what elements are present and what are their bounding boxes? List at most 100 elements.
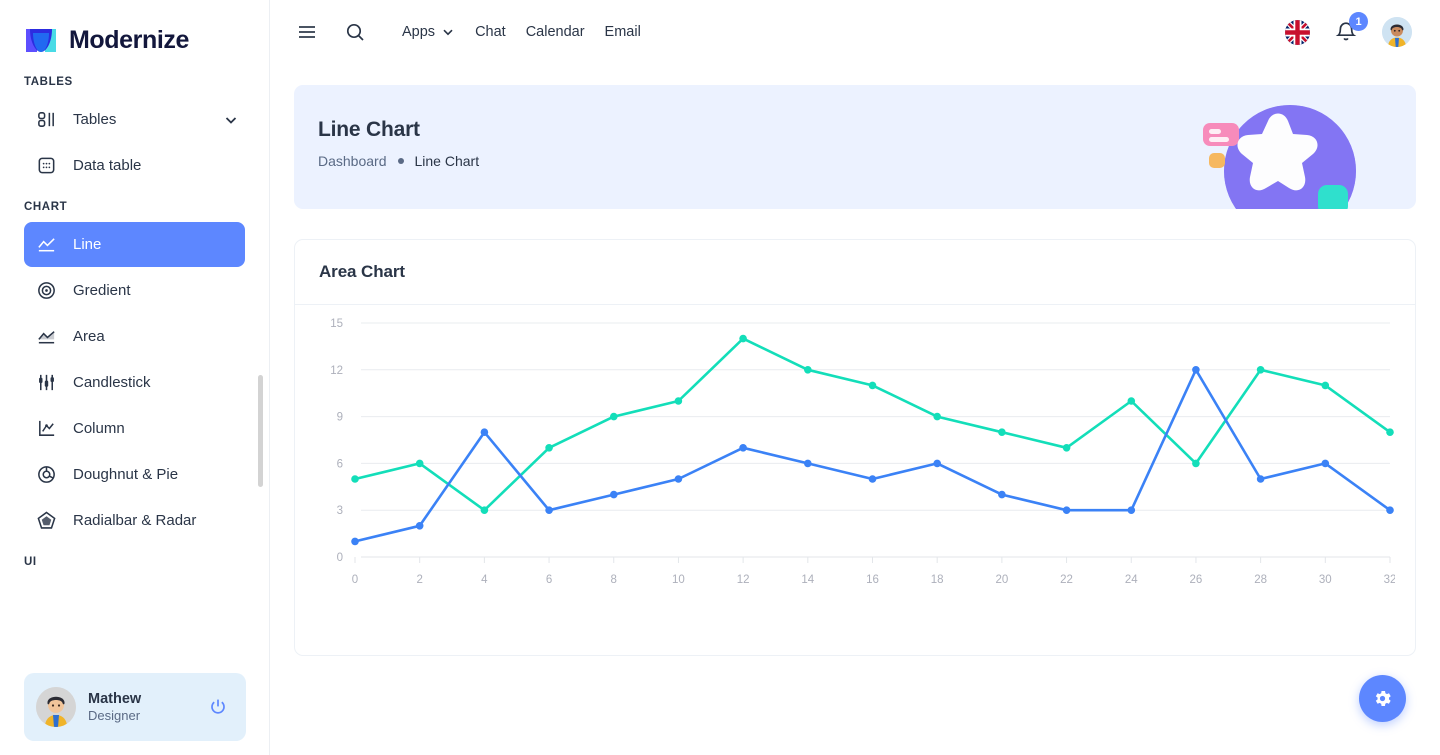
chart-card-header: Area Chart [295, 240, 1415, 305]
x-axis-tick-label: 4 [481, 574, 488, 586]
chart-data-point [869, 475, 877, 483]
chevron-down-icon[interactable] [223, 112, 239, 128]
sidebar-item-gredient[interactable]: Gredient [24, 268, 245, 313]
x-axis-tick-label: 18 [931, 574, 944, 586]
x-axis-tick-label: 16 [866, 574, 879, 586]
nav-link-apps[interactable]: Apps [392, 16, 465, 48]
sidebar-item-doughnut-pie[interactable]: Doughnut & Pie [24, 452, 245, 497]
chart-data-point [351, 475, 359, 483]
x-axis-tick-label: 8 [611, 574, 617, 586]
gradient-icon [36, 280, 57, 301]
chart-data-point [610, 413, 618, 421]
chart-data-point [1257, 475, 1265, 483]
line-chart-icon [36, 234, 57, 255]
column-chart-icon [36, 418, 57, 439]
chart-data-point [1063, 444, 1071, 452]
y-axis-tick-label: 0 [337, 552, 343, 564]
nav-link-label: Chat [475, 24, 506, 40]
x-axis-tick-label: 22 [1060, 574, 1073, 586]
line-chart[interactable]: 0369121502468101214161820222426283032 [295, 305, 1395, 635]
sidebar-item-label: Area [73, 328, 245, 345]
x-axis-tick-label: 14 [801, 574, 814, 586]
uk-flag-icon[interactable] [1285, 20, 1310, 45]
search-icon[interactable] [344, 21, 366, 43]
sidebar-item-candlestick[interactable]: Candlestick [24, 360, 245, 405]
topbar: Apps Chat Calendar Email [270, 0, 1440, 64]
chevron-down-icon [441, 25, 455, 39]
brand-name: Modernize [69, 26, 189, 55]
sidebar-nav: TABLES Tables [0, 62, 269, 755]
radialbar-radar-icon [36, 510, 57, 531]
gear-icon [1372, 688, 1393, 709]
avatar [36, 687, 76, 727]
chart-data-point [1322, 382, 1330, 390]
sidebar-scrollbar-thumb[interactable] [258, 375, 263, 487]
x-axis-tick-label: 26 [1190, 574, 1203, 586]
chart-card: Area Chart 03691215024681012141618202224… [294, 239, 1416, 656]
notification-badge: 1 [1349, 12, 1368, 31]
x-axis-tick-label: 10 [672, 574, 685, 586]
chart-data-point [1063, 506, 1071, 514]
x-axis-tick-label: 6 [546, 574, 552, 586]
hamburger-icon[interactable] [296, 21, 318, 43]
chart-data-point [1128, 397, 1136, 405]
breadcrumb-item-dashboard[interactable]: Dashboard [318, 153, 387, 169]
sidebar-item-tables[interactable]: Tables [24, 97, 245, 142]
topbar-right-group: 1 [1285, 17, 1412, 47]
sidebar-item-label: Line [73, 236, 245, 253]
star-illustration [1190, 85, 1390, 209]
y-axis-tick-label: 9 [337, 412, 343, 424]
user-avatar[interactable] [1382, 17, 1412, 47]
nav-link-email[interactable]: Email [595, 16, 651, 48]
chart-data-point [416, 522, 424, 530]
candlestick-icon [36, 372, 57, 393]
chart-series-line [355, 339, 1390, 511]
x-axis-tick-label: 0 [352, 574, 358, 586]
chart-data-point [739, 335, 747, 343]
sidebar-item-label: Radialbar & Radar [73, 512, 245, 529]
chart-canvas[interactable]: 0369121502468101214161820222426283032 [295, 305, 1415, 655]
sidebar-section-ui: UI [0, 544, 269, 576]
chart-data-point [675, 475, 683, 483]
chart-data-point [351, 538, 359, 546]
sidebar-item-column[interactable]: Column [24, 406, 245, 451]
settings-fab-button[interactable] [1359, 675, 1406, 722]
chart-data-point [1192, 366, 1200, 374]
breadcrumb-separator-dot [398, 158, 404, 164]
chart-data-point [739, 444, 747, 452]
profile-name: Mathew [88, 690, 196, 708]
nav-link-chat[interactable]: Chat [465, 16, 516, 48]
chart-data-point [1192, 460, 1200, 468]
x-axis-tick-label: 2 [416, 574, 422, 586]
chart-data-point [610, 491, 618, 499]
chart-data-point [998, 491, 1006, 499]
sidebar-item-radialbar-radar[interactable]: Radialbar & Radar [24, 498, 245, 543]
sidebar-item-label: Doughnut & Pie [73, 466, 245, 483]
notifications-button[interactable]: 1 [1334, 20, 1358, 44]
chart-data-point [933, 460, 941, 468]
nav-link-calendar[interactable]: Calendar [516, 16, 595, 48]
sidebar-item-area[interactable]: Area [24, 314, 245, 359]
chart-data-point [1386, 506, 1394, 514]
sidebar-section-tables: TABLES [0, 64, 269, 96]
y-axis-tick-label: 15 [330, 318, 343, 330]
brand-logo[interactable]: Modernize [0, 0, 269, 62]
sidebar-item-data-table[interactable]: Data table [24, 143, 245, 188]
chart-data-point [804, 460, 812, 468]
power-icon[interactable] [208, 697, 228, 717]
nav-link-label: Calendar [526, 24, 585, 40]
sidebar-profile-card[interactable]: Mathew Designer [24, 673, 246, 741]
nav-link-label: Email [605, 24, 641, 40]
nav-link-label: Apps [402, 24, 435, 40]
x-axis-tick-label: 32 [1384, 574, 1395, 586]
chart-data-point [481, 428, 489, 436]
sidebar-item-label: Tables [73, 111, 207, 128]
x-axis-tick-label: 28 [1254, 574, 1267, 586]
sidebar-item-label: Data table [73, 157, 245, 174]
sidebar-section-chart: CHART [0, 189, 269, 221]
chart-series-line [355, 370, 1390, 542]
sidebar-item-line[interactable]: Line [24, 222, 245, 267]
chart-data-point [804, 366, 812, 374]
chart-card-title: Area Chart [319, 262, 1391, 282]
chart-data-point [1128, 506, 1136, 514]
